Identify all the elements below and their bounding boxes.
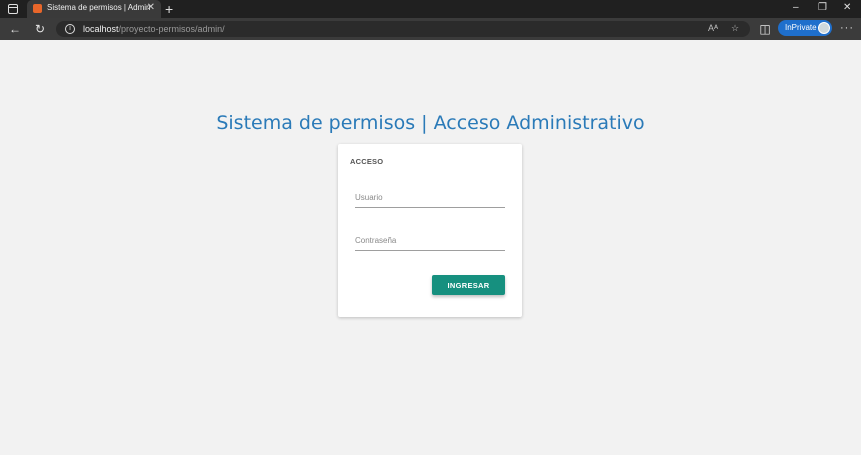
close-window-button[interactable]: ✕ (843, 3, 851, 13)
login-card: ACCESO INGRESAR (338, 144, 522, 317)
inprivate-label: InPrivate (785, 23, 817, 32)
address-bar[interactable]: i localhost/proyecto-permisos/admin/ Aᴬ … (56, 21, 750, 37)
site-favicon-icon (33, 4, 42, 13)
reload-icon[interactable]: ↻ (33, 22, 47, 36)
new-tab-button[interactable]: + (165, 1, 173, 17)
inprivate-badge[interactable]: InPrivate (778, 20, 832, 36)
profile-avatar-icon (818, 22, 830, 34)
browser-tab-active[interactable]: Sistema de permisos | Admin ✕ (27, 0, 161, 18)
login-heading: ACCESO (350, 157, 384, 166)
restore-button[interactable]: ❐ (818, 3, 827, 13)
address-url[interactable]: localhost/proyecto-permisos/admin/ (83, 24, 225, 34)
page-title: Sistema de permisos | Acceso Administrat… (216, 112, 645, 134)
site-info-icon[interactable]: i (65, 24, 75, 34)
password-field[interactable] (355, 231, 505, 251)
tab-actions-icon[interactable] (7, 3, 19, 15)
minimize-button[interactable]: – (793, 3, 799, 13)
browser-toolbar: ← ↻ i localhost/proyecto-permisos/admin/… (0, 18, 861, 40)
split-screen-icon[interactable]: ◫ (758, 22, 772, 36)
read-aloud-icon[interactable]: Aᴬ (708, 23, 718, 33)
ingresar-button[interactable]: INGRESAR (432, 275, 505, 295)
more-options-icon[interactable]: ··· (840, 22, 854, 34)
tab-title: Sistema de permisos | Admin (47, 3, 151, 12)
back-arrow-icon[interactable]: ← (8, 22, 22, 36)
browser-tabstrip: Sistema de permisos | Admin ✕ + – ❐ ✕ (0, 0, 861, 18)
favorite-star-icon[interactable]: ☆ (731, 23, 739, 34)
tab-close-icon[interactable]: ✕ (147, 3, 155, 13)
username-field[interactable] (355, 188, 505, 208)
